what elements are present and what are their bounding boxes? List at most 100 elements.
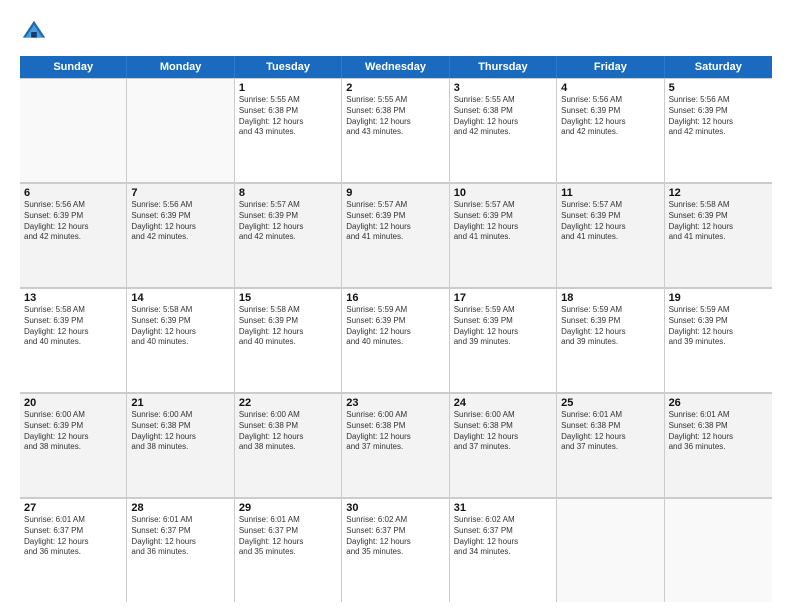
- day-detail: Sunrise: 6:00 AM Sunset: 6:39 PM Dayligh…: [24, 410, 122, 453]
- day-number: 21: [131, 397, 229, 409]
- calendar-week-2: 6Sunrise: 5:56 AM Sunset: 6:39 PM Daylig…: [20, 183, 772, 288]
- day-number: 30: [346, 502, 444, 514]
- calendar-week-1: 1 Sunrise: 5:55 AM Sunset: 6:38 PM Daylig…: [20, 78, 772, 183]
- calendar-cell: 14Sunrise: 5:58 AM Sunset: 6:39 PM Dayli…: [127, 288, 234, 392]
- calendar-cell: 17Sunrise: 5:59 AM Sunset: 6:39 PM Dayli…: [450, 288, 557, 392]
- calendar-cell: 25Sunrise: 6:01 AM Sunset: 6:38 PM Dayli…: [557, 393, 664, 497]
- calendar-cell: 10Sunrise: 5:57 AM Sunset: 6:39 PM Dayli…: [450, 183, 557, 287]
- header-day-monday: Monday: [127, 56, 234, 78]
- day-number: 4: [561, 82, 659, 94]
- calendar-cell: 2Sunrise: 5:55 AM Sunset: 6:38 PM Daylig…: [342, 78, 449, 182]
- day-detail: Sunrise: 6:00 AM Sunset: 6:38 PM Dayligh…: [131, 410, 229, 453]
- day-detail: Sunrise: 5:58 AM Sunset: 6:39 PM Dayligh…: [669, 200, 768, 243]
- calendar-cell: 31Sunrise: 6:02 AM Sunset: 6:37 PM Dayli…: [450, 498, 557, 602]
- calendar-cell: [665, 498, 772, 602]
- day-number: 8: [239, 187, 337, 199]
- day-number: 19: [669, 292, 768, 304]
- calendar-cell: 27Sunrise: 6:01 AM Sunset: 6:37 PM Dayli…: [20, 498, 127, 602]
- calendar-cell: 8Sunrise: 5:57 AM Sunset: 6:39 PM Daylig…: [235, 183, 342, 287]
- day-detail: Sunrise: 5:56 AM Sunset: 6:39 PM Dayligh…: [131, 200, 229, 243]
- day-detail: Sunrise: 5:57 AM Sunset: 6:39 PM Dayligh…: [454, 200, 552, 243]
- day-number: 5: [669, 82, 768, 94]
- page: SundayMondayTuesdayWednesdayThursdayFrid…: [0, 0, 792, 612]
- day-detail: Sunrise: 5:59 AM Sunset: 6:39 PM Dayligh…: [561, 305, 659, 348]
- calendar-cell: 16Sunrise: 5:59 AM Sunset: 6:39 PM Dayli…: [342, 288, 449, 392]
- calendar-cell: 22Sunrise: 6:00 AM Sunset: 6:38 PM Dayli…: [235, 393, 342, 497]
- header-day-sunday: Sunday: [20, 56, 127, 78]
- calendar-cell: 23Sunrise: 6:00 AM Sunset: 6:38 PM Dayli…: [342, 393, 449, 497]
- day-number: 20: [24, 397, 122, 409]
- day-detail: Sunrise: 6:01 AM Sunset: 6:38 PM Dayligh…: [561, 410, 659, 453]
- day-detail: Sunrise: 5:58 AM Sunset: 6:39 PM Dayligh…: [239, 305, 337, 348]
- day-number: 27: [24, 502, 122, 514]
- header-day-friday: Friday: [557, 56, 664, 78]
- day-detail: Sunrise: 5:56 AM Sunset: 6:39 PM Dayligh…: [561, 95, 659, 138]
- header-day-wednesday: Wednesday: [342, 56, 449, 78]
- calendar-cell: [127, 78, 234, 182]
- calendar-cell: [20, 78, 127, 182]
- day-detail: Sunrise: 5:56 AM Sunset: 6:39 PM Dayligh…: [669, 95, 768, 138]
- day-detail: Sunrise: 5:57 AM Sunset: 6:39 PM Dayligh…: [561, 200, 659, 243]
- calendar-cell: 7Sunrise: 5:56 AM Sunset: 6:39 PM Daylig…: [127, 183, 234, 287]
- calendar-cell: [557, 498, 664, 602]
- calendar-cell: 5Sunrise: 5:56 AM Sunset: 6:39 PM Daylig…: [665, 78, 772, 182]
- calendar-cell: 20Sunrise: 6:00 AM Sunset: 6:39 PM Dayli…: [20, 393, 127, 497]
- day-number: 14: [131, 292, 229, 304]
- day-number: 16: [346, 292, 444, 304]
- day-number: 29: [239, 502, 337, 514]
- calendar-cell: 3Sunrise: 5:55 AM Sunset: 6:38 PM Daylig…: [450, 78, 557, 182]
- day-number: 17: [454, 292, 552, 304]
- calendar-week-4: 20Sunrise: 6:00 AM Sunset: 6:39 PM Dayli…: [20, 393, 772, 498]
- header-day-tuesday: Tuesday: [235, 56, 342, 78]
- header: [20, 18, 772, 46]
- day-detail: Sunrise: 6:02 AM Sunset: 6:37 PM Dayligh…: [346, 515, 444, 558]
- day-number: 1: [239, 82, 337, 94]
- day-number: 23: [346, 397, 444, 409]
- day-detail: Sunrise: 6:00 AM Sunset: 6:38 PM Dayligh…: [454, 410, 552, 453]
- calendar-cell: 21Sunrise: 6:00 AM Sunset: 6:38 PM Dayli…: [127, 393, 234, 497]
- day-number: 7: [131, 187, 229, 199]
- day-detail: Sunrise: 6:00 AM Sunset: 6:38 PM Dayligh…: [239, 410, 337, 453]
- calendar-cell: 1Sunrise: 5:55 AM Sunset: 6:38 PM Daylig…: [235, 78, 342, 182]
- calendar-cell: 4Sunrise: 5:56 AM Sunset: 6:39 PM Daylig…: [557, 78, 664, 182]
- calendar-cell: 24Sunrise: 6:00 AM Sunset: 6:38 PM Dayli…: [450, 393, 557, 497]
- day-detail: Sunrise: 6:01 AM Sunset: 6:38 PM Dayligh…: [669, 410, 768, 453]
- day-detail: Sunrise: 5:55 AM Sunset: 6:38 PM Dayligh…: [346, 95, 444, 138]
- day-number: 24: [454, 397, 552, 409]
- calendar-cell: 6Sunrise: 5:56 AM Sunset: 6:39 PM Daylig…: [20, 183, 127, 287]
- calendar-cell: 9Sunrise: 5:57 AM Sunset: 6:39 PM Daylig…: [342, 183, 449, 287]
- logo: [20, 18, 52, 46]
- day-number: 13: [24, 292, 122, 304]
- day-number: 18: [561, 292, 659, 304]
- calendar-cell: 30Sunrise: 6:02 AM Sunset: 6:37 PM Dayli…: [342, 498, 449, 602]
- day-detail: Sunrise: 5:58 AM Sunset: 6:39 PM Dayligh…: [131, 305, 229, 348]
- calendar-cell: 11Sunrise: 5:57 AM Sunset: 6:39 PM Dayli…: [557, 183, 664, 287]
- day-detail: Sunrise: 5:57 AM Sunset: 6:39 PM Dayligh…: [346, 200, 444, 243]
- day-number: 28: [131, 502, 229, 514]
- day-detail: Sunrise: 5:59 AM Sunset: 6:39 PM Dayligh…: [346, 305, 444, 348]
- calendar: SundayMondayTuesdayWednesdayThursdayFrid…: [20, 56, 772, 602]
- day-detail: Sunrise: 6:02 AM Sunset: 6:37 PM Dayligh…: [454, 515, 552, 558]
- day-number: 26: [669, 397, 768, 409]
- day-number: 22: [239, 397, 337, 409]
- day-detail: Sunrise: 5:56 AM Sunset: 6:39 PM Dayligh…: [24, 200, 122, 243]
- day-number: 10: [454, 187, 552, 199]
- header-day-thursday: Thursday: [450, 56, 557, 78]
- day-number: 15: [239, 292, 337, 304]
- calendar-cell: 12Sunrise: 5:58 AM Sunset: 6:39 PM Dayli…: [665, 183, 772, 287]
- calendar-week-3: 13Sunrise: 5:58 AM Sunset: 6:39 PM Dayli…: [20, 288, 772, 393]
- calendar-week-5: 27 Sunrise: 6:01 AM Sunset: 6:37 PM Dayli…: [20, 498, 772, 602]
- calendar-cell: 18Sunrise: 5:59 AM Sunset: 6:39 PM Dayli…: [557, 288, 664, 392]
- day-detail: Sunrise: 5:55 AM Sunset: 6:38 PM Dayligh…: [454, 95, 552, 138]
- day-detail: Sunrise: 6:00 AM Sunset: 6:38 PM Dayligh…: [346, 410, 444, 453]
- day-number: 3: [454, 82, 552, 94]
- day-detail: Sunrise: 6:01 AM Sunset: 6:37 PM Dayligh…: [131, 515, 229, 558]
- day-detail: Sunrise: 5:59 AM Sunset: 6:39 PM Dayligh…: [669, 305, 768, 348]
- day-number: 9: [346, 187, 444, 199]
- calendar-cell: 19Sunrise: 5:59 AM Sunset: 6:39 PM Dayli…: [665, 288, 772, 392]
- day-detail: Sunrise: 5:58 AM Sunset: 6:39 PM Dayligh…: [24, 305, 122, 348]
- day-detail: Sunrise: 5:59 AM Sunset: 6:39 PM Dayligh…: [454, 305, 552, 348]
- logo-icon: [20, 18, 48, 46]
- calendar-cell: 13Sunrise: 5:58 AM Sunset: 6:39 PM Dayli…: [20, 288, 127, 392]
- calendar-header: SundayMondayTuesdayWednesdayThursdayFrid…: [20, 56, 772, 78]
